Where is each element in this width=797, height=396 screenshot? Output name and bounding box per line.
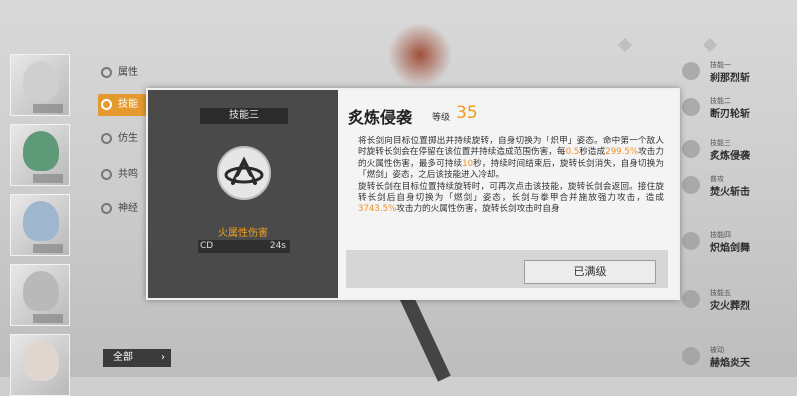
- menu-item-attributes[interactable]: 属性: [98, 62, 146, 84]
- skill-slot-tab: 技能三: [200, 108, 288, 124]
- character-card[interactable]: [10, 194, 70, 256]
- character-roster[interactable]: [10, 52, 72, 396]
- skill-icon: [682, 98, 700, 116]
- description-paragraph-2: 旋转长剑在目标位置持续旋转时，可再次点击该技能，旋转长剑会返回。接住旋转长剑后自…: [358, 181, 664, 215]
- bionic-icon: [101, 133, 112, 144]
- skill-list-item[interactable]: 技能四 炽焰剑舞: [682, 230, 797, 254]
- character-card[interactable]: [10, 54, 70, 116]
- skill-list-item[interactable]: 技能二 断刃轮斩: [682, 96, 797, 120]
- skill-list-item[interactable]: 被动 赫焰炎天: [682, 345, 797, 369]
- menu-item-skills[interactable]: 技能: [98, 94, 146, 116]
- level-value: 35: [456, 103, 478, 123]
- level-bar: [33, 104, 63, 113]
- level-bar: [33, 244, 63, 253]
- character-portrait: [23, 341, 59, 381]
- skill-icon: [682, 62, 700, 80]
- menu-item-bionic[interactable]: 仿生: [98, 128, 146, 150]
- skill-detail-dialog: 技能三 火属性伤害 CD 24s 炙炼侵袭 等级 35 将长剑向目标位置掷出并持…: [146, 88, 680, 300]
- neural-icon: [101, 203, 112, 214]
- skill-description-panel: 炙炼侵袭 等级 35 将长剑向目标位置掷出并持续旋转，自身切换为「炽甲」姿态。命…: [338, 90, 678, 298]
- skill-icon: [682, 232, 700, 250]
- description-paragraph-1: 将长剑向目标位置掷出并持续旋转，自身切换为「炽甲」姿态。命中第一个敌人时旋转长剑…: [358, 136, 664, 181]
- skill-list-item[interactable]: 普攻 焚火斩击: [682, 174, 797, 198]
- level-bar: [33, 174, 63, 183]
- cooldown-value: 24s: [269, 241, 286, 251]
- level-label: 等级: [432, 113, 451, 123]
- skill-icon: [682, 347, 700, 365]
- skill-summary-panel: 技能三 火属性伤害 CD 24s: [148, 90, 338, 298]
- skill-icon: [682, 176, 700, 194]
- dialog-footer: 已满级: [346, 250, 668, 288]
- character-portrait: [23, 131, 59, 171]
- cooldown-row: CD 24s: [198, 240, 290, 253]
- level-bar: [33, 314, 63, 323]
- cooldown-label: CD: [200, 241, 214, 251]
- menu-item-resonance[interactable]: 共鸣: [98, 164, 146, 186]
- skill-list-item[interactable]: 技能一 刹那烈斩: [682, 60, 797, 84]
- skill-name: 炙炼侵袭: [348, 108, 413, 127]
- filter-all-button[interactable]: 全部 ›: [103, 349, 171, 367]
- character-card[interactable]: [10, 334, 70, 396]
- element-type-label: 火属性伤害: [218, 228, 268, 239]
- attribute-icon: [101, 67, 112, 78]
- max-level-button[interactable]: 已满级: [524, 260, 656, 284]
- skill-description[interactable]: 将长剑向目标位置掷出并持续旋转，自身切换为「炽甲」姿态。命中第一个敌人时旋转长剑…: [358, 136, 664, 232]
- skill-icon: [101, 99, 112, 110]
- character-card[interactable]: [10, 264, 70, 326]
- character-portrait: [23, 271, 59, 311]
- skill-icon: [682, 290, 700, 308]
- character-portrait: [23, 61, 59, 101]
- skill-icon: [682, 140, 700, 158]
- skill-list-item[interactable]: 技能三 炙炼侵袭: [682, 138, 797, 162]
- chevron-right-icon: ›: [161, 352, 165, 363]
- skill-list-item[interactable]: 技能五 灾火葬烈: [682, 288, 797, 312]
- menu-item-neural[interactable]: 神经: [98, 198, 146, 220]
- character-card[interactable]: [10, 124, 70, 186]
- resonance-icon: [101, 169, 112, 180]
- flame-sword-icon: [224, 156, 264, 185]
- character-portrait: [23, 201, 59, 241]
- skill-emblem-icon: [217, 146, 271, 200]
